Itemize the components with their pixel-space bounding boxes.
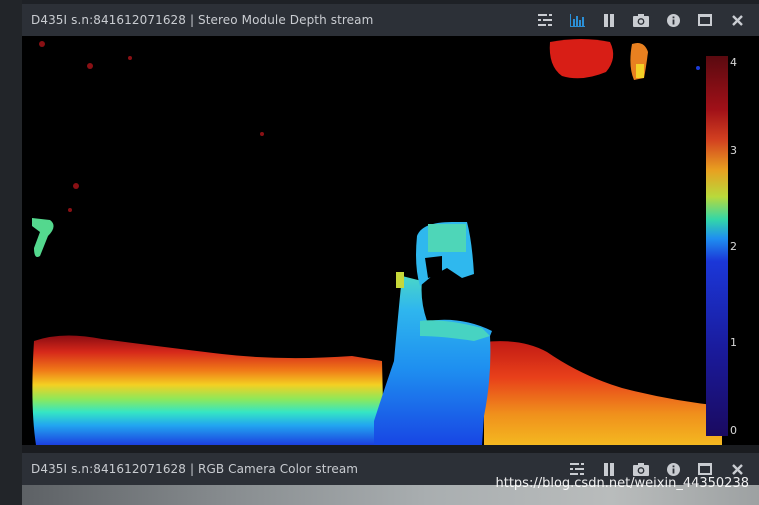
depth-stream-title: D435I s.n:841612071628 | Stereo Module D… (31, 13, 374, 27)
histogram-icon (569, 13, 585, 27)
depth-colorbar (706, 56, 728, 436)
pause-icon (604, 462, 614, 476)
colorbar-label-4: 4 (730, 56, 737, 69)
maximize-icon (698, 14, 712, 26)
snapshot-button[interactable] (625, 4, 657, 36)
watermark-text: https://blog.csdn.net/weixin_44350238 (495, 476, 749, 491)
panel-divider (22, 445, 759, 453)
maximize-button[interactable] (689, 4, 721, 36)
info-button[interactable] (657, 4, 689, 36)
maximize-icon (698, 463, 712, 475)
colorbar-label-0: 0 (730, 424, 737, 437)
camera-icon (633, 13, 649, 27)
depth-map-image (32, 39, 722, 445)
colorbar-label-3: 3 (730, 144, 737, 157)
colorbar-label-1: 1 (730, 336, 737, 349)
left-sidebar-edge (0, 0, 22, 505)
info-icon (666, 462, 680, 476)
color-stream-panel: D435I s.n:841612071628 | RGB Camera Colo… (22, 453, 759, 505)
options-button[interactable] (529, 4, 561, 36)
depth-stream-titlebar: D435I s.n:841612071628 | Stereo Module D… (22, 4, 759, 36)
color-stream-title: D435I s.n:841612071628 | RGB Camera Colo… (31, 462, 359, 476)
close-icon (731, 14, 743, 26)
depth-image-viewport[interactable]: 4 3 2 1 0 (22, 36, 759, 445)
options-icon (538, 14, 552, 26)
close-button[interactable] (721, 4, 753, 36)
colorbar-label-2: 2 (730, 240, 737, 253)
depth-stream-panel: D435I s.n:841612071628 | Stereo Module D… (22, 4, 759, 445)
pause-icon (604, 13, 614, 27)
pause-button[interactable] (593, 4, 625, 36)
info-icon (666, 13, 680, 27)
camera-icon (633, 462, 649, 476)
options-icon (570, 463, 584, 475)
histogram-button[interactable] (561, 4, 593, 36)
close-icon (731, 463, 743, 475)
depth-stream-toolbar (529, 4, 753, 36)
